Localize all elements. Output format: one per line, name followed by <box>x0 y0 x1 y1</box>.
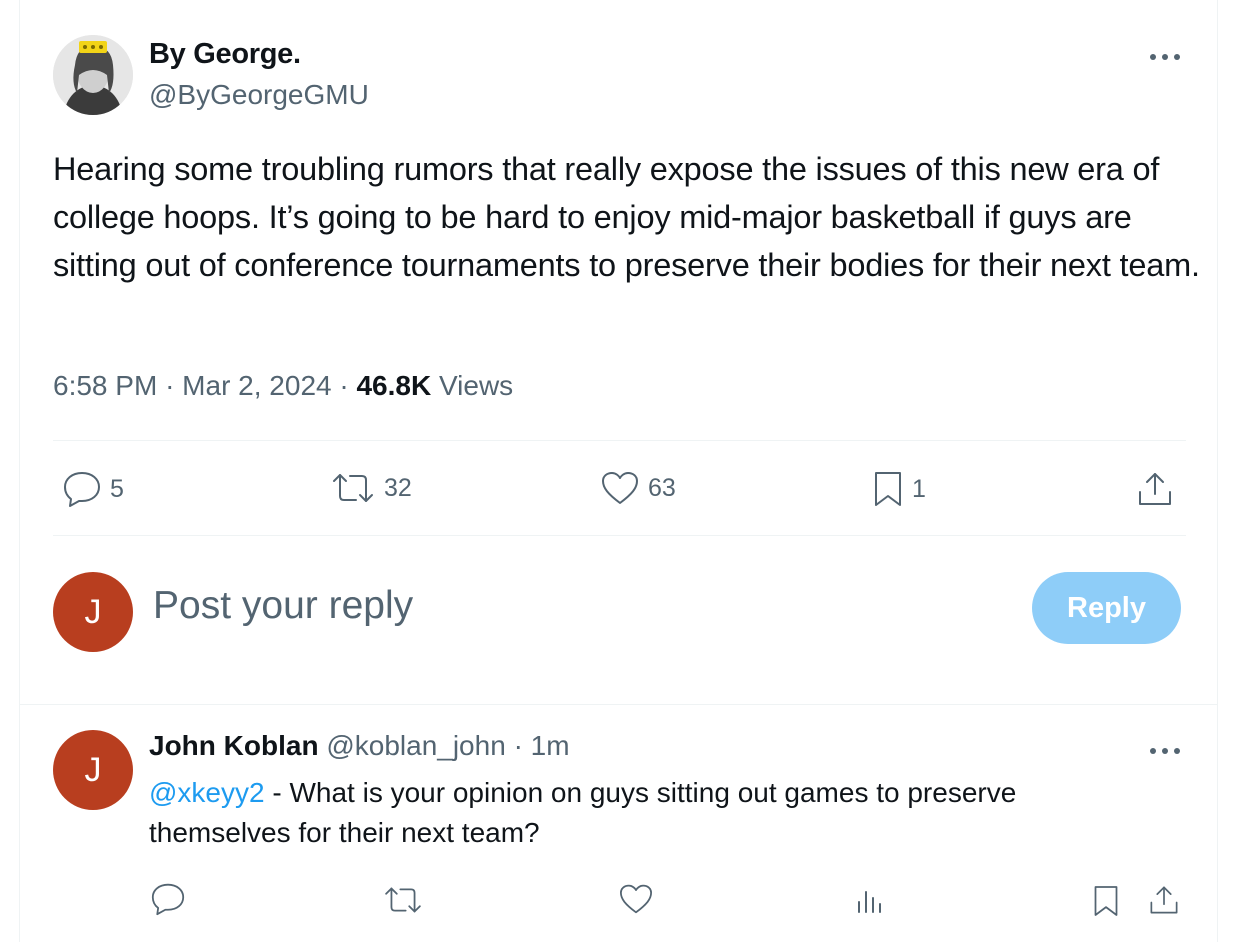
reply-input[interactable]: Post your reply <box>153 584 413 628</box>
views-label: Views <box>438 370 514 401</box>
repost-action[interactable] <box>382 884 424 916</box>
repost-action[interactable]: 32 <box>330 470 412 506</box>
user-avatar[interactable]: J <box>53 572 133 652</box>
reply-text: @xkeyy2 - What is your opinion on guys s… <box>149 773 1149 853</box>
reply-action[interactable] <box>150 882 186 916</box>
divider <box>53 535 1186 536</box>
author-avatar[interactable] <box>53 35 133 115</box>
avatar-initial: J <box>84 592 102 631</box>
like-count: 63 <box>648 473 676 502</box>
bookmark-icon <box>1094 886 1118 916</box>
repost-count: 32 <box>384 473 412 502</box>
share-icon <box>1139 473 1171 505</box>
bookmark-action[interactable] <box>1092 884 1120 918</box>
tweet-text: Hearing some troubling rumors that reall… <box>53 151 1200 283</box>
meta-separator: · <box>339 370 349 401</box>
reply-text-body: - What is your opinion on guys sitting o… <box>149 777 1017 848</box>
heart-icon <box>619 884 652 914</box>
tweet-date[interactable]: Mar 2, 2024 <box>182 370 331 401</box>
repost-icon <box>385 887 421 913</box>
author-handle[interactable]: @ByGeorgeGMU <box>149 79 369 111</box>
reply-header: John Koblan @koblan_john · 1m <box>149 730 570 762</box>
tweet-meta: 6:58 PM · Mar 2, 2024 · 46.8K Views <box>53 370 513 402</box>
like-action[interactable]: 63 <box>600 470 676 506</box>
views-count: 46.8K <box>356 370 432 401</box>
reply-action[interactable]: 5 <box>62 470 124 508</box>
share-action[interactable] <box>1136 470 1174 508</box>
portrait-image <box>53 35 133 115</box>
heart-icon <box>602 472 638 504</box>
bookmark-action[interactable]: 1 <box>872 470 926 508</box>
like-action[interactable] <box>618 883 654 915</box>
reply-separator: · <box>513 730 523 761</box>
reply-author-handle[interactable]: @koblan_john <box>326 730 505 761</box>
divider <box>53 440 1186 441</box>
bookmark-icon <box>875 472 901 506</box>
reply-author-name[interactable]: John Koblan <box>149 730 319 761</box>
tweet-time[interactable]: 6:58 PM <box>53 370 157 401</box>
analytics-icon <box>858 891 881 913</box>
mention-link[interactable]: @xkeyy2 <box>149 777 265 808</box>
avatar-initial: J <box>84 750 102 789</box>
reply-icon <box>151 883 185 916</box>
reply-time[interactable]: 1m <box>531 730 570 761</box>
reply-button[interactable]: Reply <box>1032 572 1181 644</box>
bookmark-count: 1 <box>912 474 926 503</box>
section-divider <box>20 704 1217 705</box>
author-name[interactable]: By George. <box>149 38 301 71</box>
reply-icon <box>64 472 100 507</box>
more-options-icon[interactable] <box>1145 744 1185 756</box>
views-action[interactable] <box>854 884 886 916</box>
reply-count: 5 <box>110 474 124 503</box>
repost-icon <box>333 474 373 502</box>
meta-separator: · <box>165 370 175 401</box>
share-icon <box>1150 886 1178 914</box>
more-options-icon[interactable] <box>1145 50 1185 62</box>
share-action[interactable] <box>1148 884 1180 916</box>
reply-author-avatar[interactable]: J <box>53 730 133 810</box>
